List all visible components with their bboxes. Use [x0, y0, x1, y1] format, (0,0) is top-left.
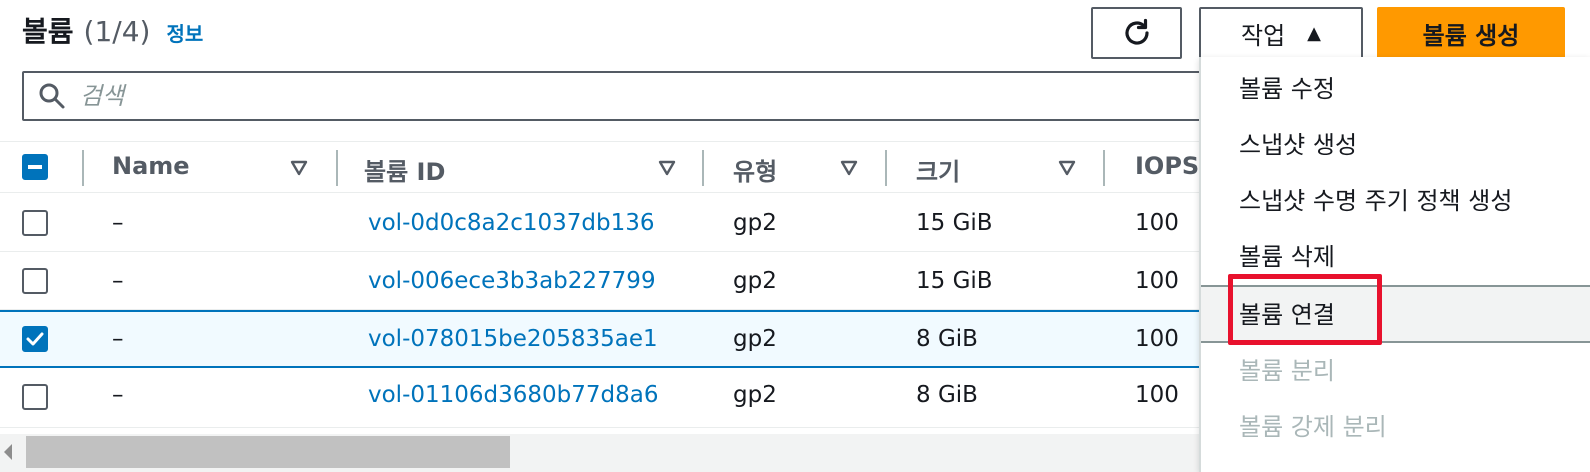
cell-iops: 100	[1135, 210, 1179, 236]
column-separator[interactable]	[82, 150, 84, 186]
create-volume-button[interactable]: 볼륨 생성	[1377, 7, 1565, 59]
menu-item-create-snapshot[interactable]: 스냅샷 생성	[1239, 125, 1357, 160]
table-row-selected[interactable]: – vol-078015be205835ae1 gp2 8 GiB 100	[0, 310, 1200, 368]
checkmark-icon	[26, 332, 44, 346]
table-row[interactable]: – vol-01106d3680b77d8a6 gp2 8 GiB 100	[0, 370, 1200, 428]
menu-item-force-detach-volume: 볼륨 강제 분리	[1239, 413, 1387, 441]
cell-volume-id-link[interactable]: vol-01106d3680b77d8a6	[368, 382, 659, 408]
scrollbar-thumb[interactable]	[26, 436, 510, 468]
actions-button[interactable]: 작업 ▲	[1199, 7, 1363, 59]
menu-item-modify-volume[interactable]: 볼륨 수정	[1239, 69, 1335, 104]
row-checkbox-checked[interactable]	[22, 326, 48, 352]
column-separator[interactable]	[1103, 150, 1105, 186]
row-checkbox[interactable]	[22, 210, 48, 236]
scroll-left-icon[interactable]	[4, 444, 12, 460]
cell-name: –	[112, 382, 124, 408]
info-link[interactable]: 정보	[166, 18, 203, 47]
column-header-volume-id[interactable]: 볼륨 ID	[364, 152, 445, 187]
table-header: Name 볼륨 ID 유형 크기 IOPS	[0, 141, 1200, 193]
refresh-button[interactable]	[1091, 7, 1182, 59]
cell-iops: 100	[1135, 326, 1179, 352]
page-header: 볼륨 (1/4) 정보	[22, 10, 203, 50]
menu-item-detach-volume: 볼륨 분리	[1239, 357, 1335, 385]
caret-up-icon: ▲	[1307, 22, 1321, 44]
column-separator[interactable]	[885, 150, 887, 186]
menu-item-delete-volume[interactable]: 볼륨 삭제	[1239, 237, 1335, 272]
table-row[interactable]: – vol-0d0c8a2c1037db136 gp2 15 GiB 100	[0, 194, 1200, 252]
cell-type: gp2	[733, 326, 777, 352]
cell-volume-id-link[interactable]: vol-078015be205835ae1	[368, 326, 658, 352]
row-checkbox[interactable]	[22, 384, 48, 410]
cell-type: gp2	[733, 210, 777, 236]
highlight-box	[1228, 274, 1382, 345]
column-header-type[interactable]: 유형	[733, 152, 777, 187]
menu-item-create-lifecycle-policy[interactable]: 스냅샷 수명 주기 정책 생성	[1239, 181, 1512, 216]
column-header-size[interactable]: 크기	[916, 152, 960, 187]
column-separator[interactable]	[702, 150, 704, 186]
page-title: 볼륨	[22, 15, 74, 48]
select-all-checkbox[interactable]	[22, 154, 48, 180]
actions-button-label: 작업	[1240, 21, 1286, 50]
search-input[interactable]	[80, 82, 980, 110]
column-separator[interactable]	[336, 150, 338, 186]
actions-dropdown-menu: 볼륨 수정 스냅샷 생성 스냅샷 수명 주기 정책 생성 볼륨 삭제 볼륨 연결…	[1199, 57, 1590, 472]
cell-type: gp2	[733, 382, 777, 408]
search-icon	[39, 83, 65, 109]
refresh-icon	[1124, 18, 1149, 45]
cell-volume-id-link[interactable]: vol-0d0c8a2c1037db136	[368, 210, 655, 236]
cell-size: 8 GiB	[916, 326, 978, 352]
search-bar[interactable]	[22, 71, 1232, 121]
cell-name: –	[112, 268, 124, 294]
cell-size: 15 GiB	[916, 210, 993, 236]
row-checkbox[interactable]	[22, 268, 48, 294]
selection-count: (1/4)	[83, 15, 151, 48]
cell-type: gp2	[733, 268, 777, 294]
cell-iops: 100	[1135, 382, 1179, 408]
column-header-name[interactable]: Name	[112, 152, 190, 180]
cell-volume-id-link[interactable]: vol-006ece3b3ab227799	[368, 268, 656, 294]
column-header-iops[interactable]: IOPS	[1135, 152, 1199, 180]
cell-name: –	[112, 326, 124, 352]
cell-size: 15 GiB	[916, 268, 993, 294]
table-row[interactable]: – vol-006ece3b3ab227799 gp2 15 GiB 100	[0, 252, 1200, 310]
cell-iops: 100	[1135, 268, 1179, 294]
cell-name: –	[112, 210, 124, 236]
cell-size: 8 GiB	[916, 382, 978, 408]
